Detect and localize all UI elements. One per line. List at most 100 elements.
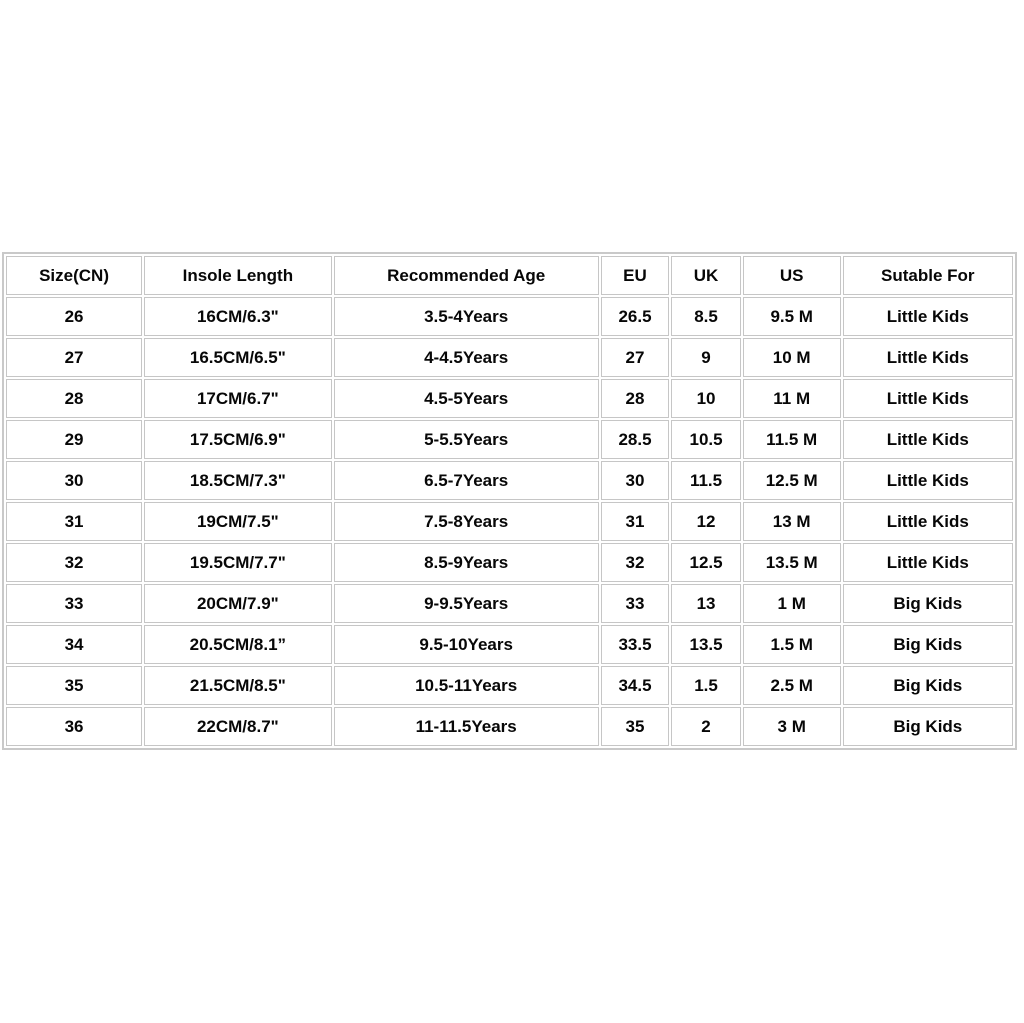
cell-eu: 26.5 <box>600 297 670 336</box>
column-header-uk: UK <box>671 256 741 295</box>
cell-size-cn: 26 <box>6 297 143 336</box>
cell-uk: 13.5 <box>671 625 741 664</box>
cell-insole-length: 18.5CM/7.3" <box>144 461 332 500</box>
size-chart-container: Size(CN) Insole Length Recommended Age E… <box>2 252 1017 750</box>
cell-eu: 28 <box>600 379 670 418</box>
cell-recommended-age: 11-11.5Years <box>333 707 599 746</box>
cell-recommended-age: 9.5-10Years <box>333 625 599 664</box>
table-row: 26 16CM/6.3" 3.5-4Years 26.5 8.5 9.5 M L… <box>6 297 1013 336</box>
table-header: Size(CN) Insole Length Recommended Age E… <box>6 256 1013 295</box>
column-header-recommended-age: Recommended Age <box>333 256 599 295</box>
cell-uk: 13 <box>671 584 741 623</box>
cell-suitable-for: Big Kids <box>842 707 1013 746</box>
cell-insole-length: 16CM/6.3" <box>144 297 332 336</box>
cell-insole-length: 17.5CM/6.9" <box>144 420 332 459</box>
cell-uk: 8.5 <box>671 297 741 336</box>
cell-uk: 11.5 <box>671 461 741 500</box>
column-header-insole-length: Insole Length <box>144 256 332 295</box>
table-row: 28 17CM/6.7" 4.5-5Years 28 10 11 M Littl… <box>6 379 1013 418</box>
table-body: 26 16CM/6.3" 3.5-4Years 26.5 8.5 9.5 M L… <box>6 297 1013 746</box>
cell-us: 9.5 M <box>742 297 841 336</box>
column-header-size-cn: Size(CN) <box>6 256 143 295</box>
table-row: 35 21.5CM/8.5" 10.5-11Years 34.5 1.5 2.5… <box>6 666 1013 705</box>
table-row: 30 18.5CM/7.3" 6.5-7Years 30 11.5 12.5 M… <box>6 461 1013 500</box>
cell-eu: 27 <box>600 338 670 377</box>
cell-us: 11.5 M <box>742 420 841 459</box>
cell-size-cn: 34 <box>6 625 143 664</box>
shoe-size-chart-table: Size(CN) Insole Length Recommended Age E… <box>2 252 1017 750</box>
cell-us: 3 M <box>742 707 841 746</box>
cell-insole-length: 19CM/7.5" <box>144 502 332 541</box>
cell-insole-length: 20.5CM/8.1” <box>144 625 332 664</box>
cell-recommended-age: 5-5.5Years <box>333 420 599 459</box>
cell-us: 13 M <box>742 502 841 541</box>
cell-eu: 33 <box>600 584 670 623</box>
cell-recommended-age: 9-9.5Years <box>333 584 599 623</box>
cell-uk: 2 <box>671 707 741 746</box>
table-row: 32 19.5CM/7.7" 8.5-9Years 32 12.5 13.5 M… <box>6 543 1013 582</box>
cell-suitable-for: Big Kids <box>842 584 1013 623</box>
cell-insole-length: 17CM/6.7" <box>144 379 332 418</box>
cell-size-cn: 28 <box>6 379 143 418</box>
cell-us: 13.5 M <box>742 543 841 582</box>
cell-recommended-age: 4-4.5Years <box>333 338 599 377</box>
cell-us: 12.5 M <box>742 461 841 500</box>
cell-uk: 9 <box>671 338 741 377</box>
cell-recommended-age: 3.5-4Years <box>333 297 599 336</box>
cell-uk: 12.5 <box>671 543 741 582</box>
cell-suitable-for: Big Kids <box>842 666 1013 705</box>
cell-uk: 10 <box>671 379 741 418</box>
column-header-eu: EU <box>600 256 670 295</box>
cell-suitable-for: Little Kids <box>842 297 1013 336</box>
cell-eu: 32 <box>600 543 670 582</box>
table-header-row: Size(CN) Insole Length Recommended Age E… <box>6 256 1013 295</box>
table-row: 36 22CM/8.7" 11-11.5Years 35 2 3 M Big K… <box>6 707 1013 746</box>
cell-suitable-for: Little Kids <box>842 338 1013 377</box>
cell-us: 10 M <box>742 338 841 377</box>
cell-suitable-for: Little Kids <box>842 461 1013 500</box>
cell-suitable-for: Little Kids <box>842 502 1013 541</box>
cell-size-cn: 32 <box>6 543 143 582</box>
table-row: 33 20CM/7.9" 9-9.5Years 33 13 1 M Big Ki… <box>6 584 1013 623</box>
cell-size-cn: 36 <box>6 707 143 746</box>
cell-suitable-for: Big Kids <box>842 625 1013 664</box>
column-header-us: US <box>742 256 841 295</box>
cell-size-cn: 27 <box>6 338 143 377</box>
cell-recommended-age: 7.5-8Years <box>333 502 599 541</box>
cell-us: 11 M <box>742 379 841 418</box>
page-canvas: Size(CN) Insole Length Recommended Age E… <box>0 0 1024 1023</box>
cell-size-cn: 33 <box>6 584 143 623</box>
cell-insole-length: 20CM/7.9" <box>144 584 332 623</box>
cell-uk: 10.5 <box>671 420 741 459</box>
cell-insole-length: 22CM/8.7" <box>144 707 332 746</box>
cell-recommended-age: 6.5-7Years <box>333 461 599 500</box>
table-row: 29 17.5CM/6.9" 5-5.5Years 28.5 10.5 11.5… <box>6 420 1013 459</box>
column-header-suitable-for: Sutable For <box>842 256 1013 295</box>
table-row: 31 19CM/7.5" 7.5-8Years 31 12 13 M Littl… <box>6 502 1013 541</box>
cell-insole-length: 19.5CM/7.7" <box>144 543 332 582</box>
cell-eu: 34.5 <box>600 666 670 705</box>
cell-recommended-age: 4.5-5Years <box>333 379 599 418</box>
cell-suitable-for: Little Kids <box>842 420 1013 459</box>
cell-eu: 31 <box>600 502 670 541</box>
table-row: 27 16.5CM/6.5" 4-4.5Years 27 9 10 M Litt… <box>6 338 1013 377</box>
cell-suitable-for: Little Kids <box>842 379 1013 418</box>
cell-insole-length: 21.5CM/8.5" <box>144 666 332 705</box>
cell-us: 1.5 M <box>742 625 841 664</box>
cell-suitable-for: Little Kids <box>842 543 1013 582</box>
cell-recommended-age: 10.5-11Years <box>333 666 599 705</box>
cell-eu: 28.5 <box>600 420 670 459</box>
cell-insole-length: 16.5CM/6.5" <box>144 338 332 377</box>
cell-uk: 12 <box>671 502 741 541</box>
cell-size-cn: 30 <box>6 461 143 500</box>
cell-size-cn: 35 <box>6 666 143 705</box>
cell-eu: 30 <box>600 461 670 500</box>
cell-us: 1 M <box>742 584 841 623</box>
cell-uk: 1.5 <box>671 666 741 705</box>
cell-recommended-age: 8.5-9Years <box>333 543 599 582</box>
cell-us: 2.5 M <box>742 666 841 705</box>
cell-size-cn: 29 <box>6 420 143 459</box>
cell-size-cn: 31 <box>6 502 143 541</box>
cell-eu: 35 <box>600 707 670 746</box>
table-row: 34 20.5CM/8.1” 9.5-10Years 33.5 13.5 1.5… <box>6 625 1013 664</box>
